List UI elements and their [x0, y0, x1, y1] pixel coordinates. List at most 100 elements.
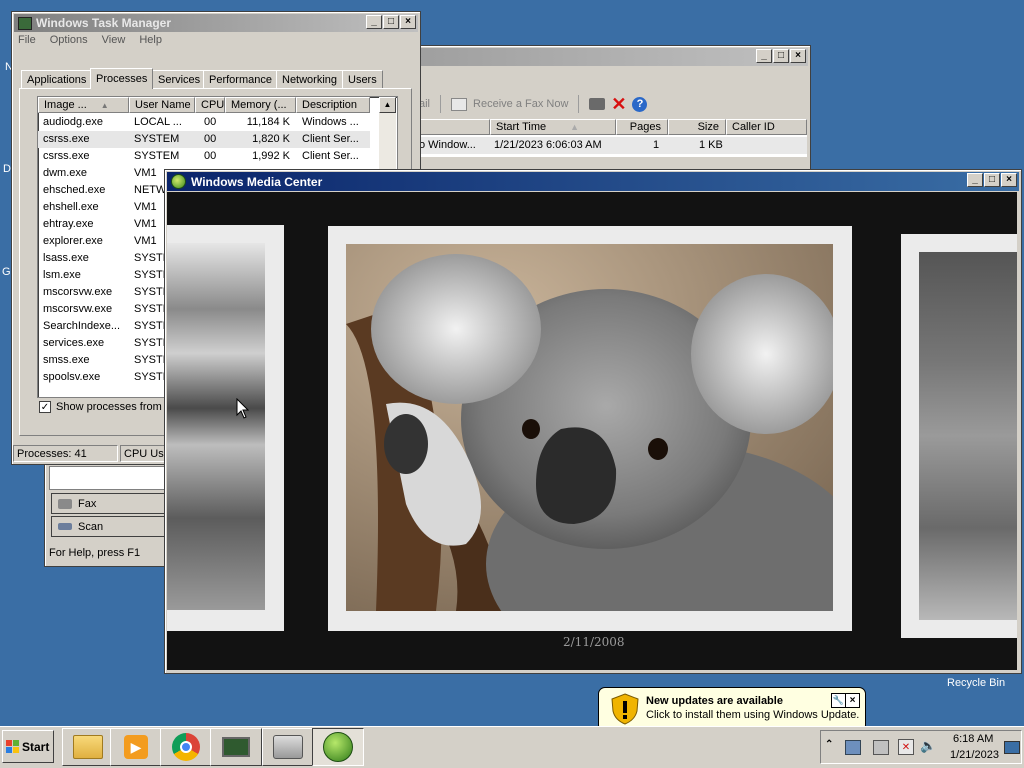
koala-ear-left [371, 254, 541, 404]
show-desktop-icon[interactable] [1004, 741, 1020, 754]
next-photo-frame[interactable] [901, 234, 1017, 638]
task-manager-menu-bar: File Options View Help [18, 34, 162, 46]
column-header-pages[interactable]: Pages [616, 119, 668, 135]
network-error-icon[interactable]: ✕ [898, 739, 914, 755]
process-image: dwm.exe [43, 167, 88, 179]
media-center-orb-icon [323, 732, 353, 762]
tab-networking[interactable]: Networking [276, 70, 344, 88]
notification-options-button[interactable]: 🔧 [831, 693, 846, 708]
koala-eye-left [522, 419, 540, 439]
table-row[interactable]: audiodg.exe LOCAL ... 00 11,184 K Windows ..… [38, 114, 370, 131]
media-player-icon: ▶ [124, 735, 148, 759]
fax-minimize-button[interactable]: _ [756, 49, 772, 63]
column-header-start-time[interactable]: Start Time ▲ [490, 119, 616, 135]
column-header-user-name[interactable]: User Name [129, 97, 195, 113]
taskbar-media-player-button[interactable]: ▶ [110, 728, 162, 766]
action-center-icon[interactable] [845, 740, 861, 755]
toolbar-separator [578, 95, 580, 113]
menu-options[interactable]: Options [50, 34, 88, 46]
process-image: ehshell.exe [43, 201, 99, 213]
taskbar-explorer-button[interactable] [62, 728, 114, 766]
receive-fax-icon [451, 97, 468, 111]
koala-paw [384, 414, 428, 474]
folder-scan-label: Scan [78, 520, 104, 533]
scroll-up-button[interactable]: ▲ [379, 97, 396, 113]
mouse-cursor [236, 398, 250, 419]
clock-time[interactable]: 6:18 AM [953, 733, 993, 745]
tab-services[interactable]: Services [152, 70, 207, 88]
tab-processes[interactable]: Processes [90, 68, 154, 89]
table-row[interactable]: csrss.exe SYSTEM 00 1,992 K Client Ser... [38, 148, 370, 165]
show-hidden-icons-button[interactable]: ⌃ [825, 739, 833, 750]
previous-photo-frame[interactable] [167, 225, 284, 631]
task-manager-close-button[interactable]: × [400, 15, 416, 29]
process-image: csrss.exe [43, 150, 90, 162]
media-center-maximize-button[interactable]: □ [984, 173, 1000, 187]
print-icon[interactable] [589, 98, 606, 110]
main-photo-frame[interactable] [328, 226, 852, 631]
windows-logo-icon [6, 740, 19, 753]
tab-performance[interactable]: Performance [203, 70, 278, 88]
task-manager-titlebar[interactable]: Windows Task Manager _ □ × [14, 14, 418, 32]
start-button[interactable]: Start [2, 730, 54, 763]
clock-date[interactable]: 1/21/2023 [950, 749, 999, 761]
media-center-window[interactable]: Windows Media Center _ □ × 2/11/2008 [164, 169, 1022, 674]
tab-applications[interactable]: Applications [21, 70, 93, 88]
delete-icon[interactable]: ✕ [611, 95, 626, 113]
process-image: ehtray.exe [43, 218, 94, 230]
column-header-description[interactable]: Description [296, 97, 370, 113]
task-manager-maximize-button[interactable]: □ [383, 15, 399, 29]
column-header-from[interactable] [415, 119, 490, 135]
network-icon[interactable] [873, 740, 889, 755]
receive-fax-button[interactable]: Receive a Fax Now [473, 98, 568, 110]
menu-file[interactable]: File [18, 34, 36, 46]
folder-scan[interactable]: Scan [51, 516, 166, 537]
fax-row-from: o Window... [419, 139, 476, 151]
recycle-bin-label[interactable]: Recycle Bin [947, 677, 1005, 689]
fax-close-button[interactable]: × [790, 49, 806, 63]
fax-row-start: 1/21/2023 6:06:03 AM [494, 139, 602, 151]
task-manager-minimize-button[interactable]: _ [366, 15, 382, 29]
warning-shield-icon [611, 693, 639, 725]
tab-users[interactable]: Users [342, 70, 383, 88]
media-center-close-button[interactable]: × [1001, 173, 1017, 187]
process-memory: 11,184 K [246, 116, 290, 128]
notification-close-button[interactable]: × [845, 693, 860, 708]
folder-fax-label: Fax [78, 497, 97, 510]
desktop-label-g: G [2, 266, 11, 278]
column-header-caller-id[interactable]: Caller ID [726, 119, 807, 135]
media-center-titlebar[interactable]: Windows Media Center _ □ × [167, 172, 1019, 191]
table-row[interactable]: csrss.exe SYSTEM 00 1,820 K Client Ser... [38, 131, 370, 148]
column-header-size[interactable]: Size [668, 119, 726, 135]
taskbar-media-center-button[interactable] [312, 728, 364, 766]
help-icon[interactable]: ? [632, 96, 648, 112]
taskbar-chrome-button[interactable] [160, 728, 212, 766]
process-description: Windows ... [302, 116, 359, 128]
menu-view[interactable]: View [102, 34, 126, 46]
column-header-memory[interactable]: Memory (... [225, 97, 296, 113]
process-image: mscorsvw.exe [43, 303, 113, 315]
previous-photo [167, 243, 265, 610]
process-image: explorer.exe [43, 235, 103, 247]
media-center-stage: 2/11/2008 [167, 192, 1017, 670]
media-center-minimize-button[interactable]: _ [967, 173, 983, 187]
volume-icon[interactable]: 🔈 [920, 738, 936, 754]
table-row[interactable]: o Window... 1/21/2023 6:06:03 AM 1 1 KB [415, 137, 807, 154]
taskbar-task-manager-button[interactable] [210, 728, 262, 766]
column-header-cpu[interactable]: CPU [195, 97, 225, 113]
task-manager-title: Windows Task Manager [36, 16, 172, 30]
photo-date: 2/11/2008 [563, 635, 625, 649]
show-all-processes-label[interactable]: Show processes from a [56, 401, 171, 413]
folder-fax[interactable]: Fax [51, 493, 166, 514]
show-all-processes-checkbox[interactable]: ✓ [39, 401, 51, 413]
koala-nose [536, 427, 617, 524]
fax-maximize-button[interactable]: □ [773, 49, 789, 63]
taskbar-fax-scan-button[interactable] [262, 728, 314, 766]
fax-left-pane-blank [49, 466, 169, 490]
koala-photo [346, 244, 833, 611]
next-photo [919, 252, 1017, 620]
fax-icon [58, 498, 72, 509]
column-header-image[interactable]: Image ... ▲ [38, 97, 129, 113]
menu-help[interactable]: Help [139, 34, 162, 46]
fax-message-list[interactable]: Start Time ▲ Pages Size Caller ID o Windo… [415, 119, 807, 157]
